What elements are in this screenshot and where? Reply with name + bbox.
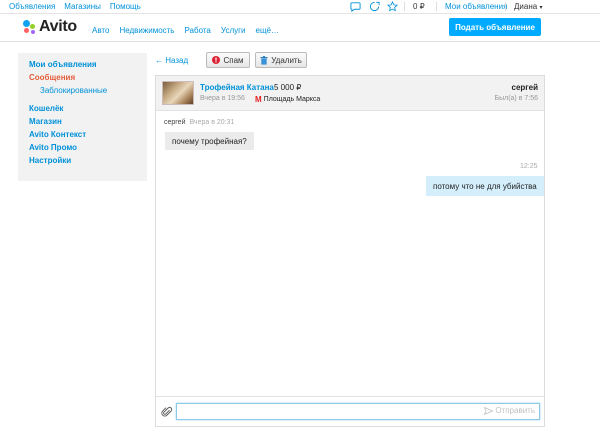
user-menu[interactable]: Диана ▾ [514,2,542,11]
metro-station: Площадь Маркса [263,96,321,103]
nav-auto[interactable]: Авто [92,26,109,35]
nav-jobs[interactable]: Работа [184,26,210,35]
send-label: Отправить [495,406,535,415]
partner-name: сергей [511,83,538,92]
chat-panel: Трофейная Катана 5 000 ₽ Вчера в 19:56 М… [155,75,545,427]
logo-dots-icon [23,19,37,35]
ad-metro: М Площадь Маркса [255,95,320,104]
sidebar-item-shop[interactable]: Магазин [29,117,147,130]
sidebar-item-settings[interactable]: Настройки [29,156,147,169]
back-link[interactable]: ← Назад [155,56,188,65]
spam-button[interactable]: Спам [206,52,250,68]
sidebar-item-promo[interactable]: Avito Промо [29,143,147,156]
sidebar-item-context[interactable]: Avito Контекст [29,130,147,143]
post-ad-button[interactable]: Подать объявление [449,18,541,36]
nav-more[interactable]: ещё… [256,26,279,35]
sidebar-item-my-ads[interactable]: Мои объявления [29,60,147,73]
ad-thumbnail[interactable] [162,81,194,105]
message-composer: Отправить [156,396,544,426]
separator [505,2,506,11]
notifications-icon[interactable] [369,1,380,12]
nav-realty[interactable]: Недвижимость [119,26,174,35]
chevron-down-icon: ▾ [539,5,543,11]
metro-icon: М [255,95,262,104]
separator [404,2,405,11]
delete-label: Удалить [271,55,302,65]
account-sidebar: Мои объявления Сообщения Заблокированные… [18,53,147,181]
header: Avito Авто Недвижимость Работа Услуги ещ… [0,14,600,42]
nav-services[interactable]: Услуги [221,26,246,35]
logo[interactable]: Avito [23,17,77,37]
top-links: Объявления Магазины Помощь [9,2,141,11]
chat-icon[interactable] [350,1,361,12]
wallet-balance[interactable]: 0 ₽ [413,2,425,11]
incoming-message-bubble: почему трофейная? [165,132,254,150]
outgoing-message-bubble: потому что не для убийства [426,176,544,196]
paperclip-icon[interactable] [161,406,173,418]
send-icon [484,406,494,415]
top-link-ads[interactable]: Объявления [9,2,55,11]
spam-label: Спам [223,55,244,65]
separator [436,2,437,11]
incoming-message-meta: сергей Вчера в 20:31 [164,119,234,126]
sidebar-item-messages[interactable]: Сообщения [29,73,147,86]
outgoing-message-time: 12:25 [520,163,538,170]
favorites-star-icon[interactable] [387,1,398,12]
ad-price: 5 000 ₽ [274,83,302,92]
category-nav: Авто Недвижимость Работа Услуги ещё… [92,26,279,35]
sidebar-item-wallet[interactable]: Кошелёк [29,104,147,117]
warning-icon [212,56,221,64]
partner-last-seen: Был(а) в 7:56 [494,95,539,102]
logo-text: Avito [39,18,77,35]
ad-title[interactable]: Трофейная Катана [200,83,274,92]
chat-header: Трофейная Катана 5 000 ₽ Вчера в 19:56 М… [156,76,544,111]
delete-button[interactable]: Удалить [255,52,307,68]
user-name: Диана [514,2,538,11]
trash-icon [260,55,268,65]
message-time: Вчера в 20:31 [189,119,235,126]
top-link-my-ads[interactable]: Мои объявления [445,2,507,11]
sidebar-item-blocked[interactable]: Заблокированные [29,86,147,99]
ad-time: Вчера в 19:56 [200,95,245,102]
top-bar: Объявления Магазины Помощь 0 ₽ Мои объяв… [0,0,600,14]
message-author: сергей [164,119,186,126]
top-link-shops[interactable]: Магазины [64,2,101,11]
top-link-help[interactable]: Помощь [110,2,141,11]
send-button[interactable]: Отправить [484,406,535,415]
